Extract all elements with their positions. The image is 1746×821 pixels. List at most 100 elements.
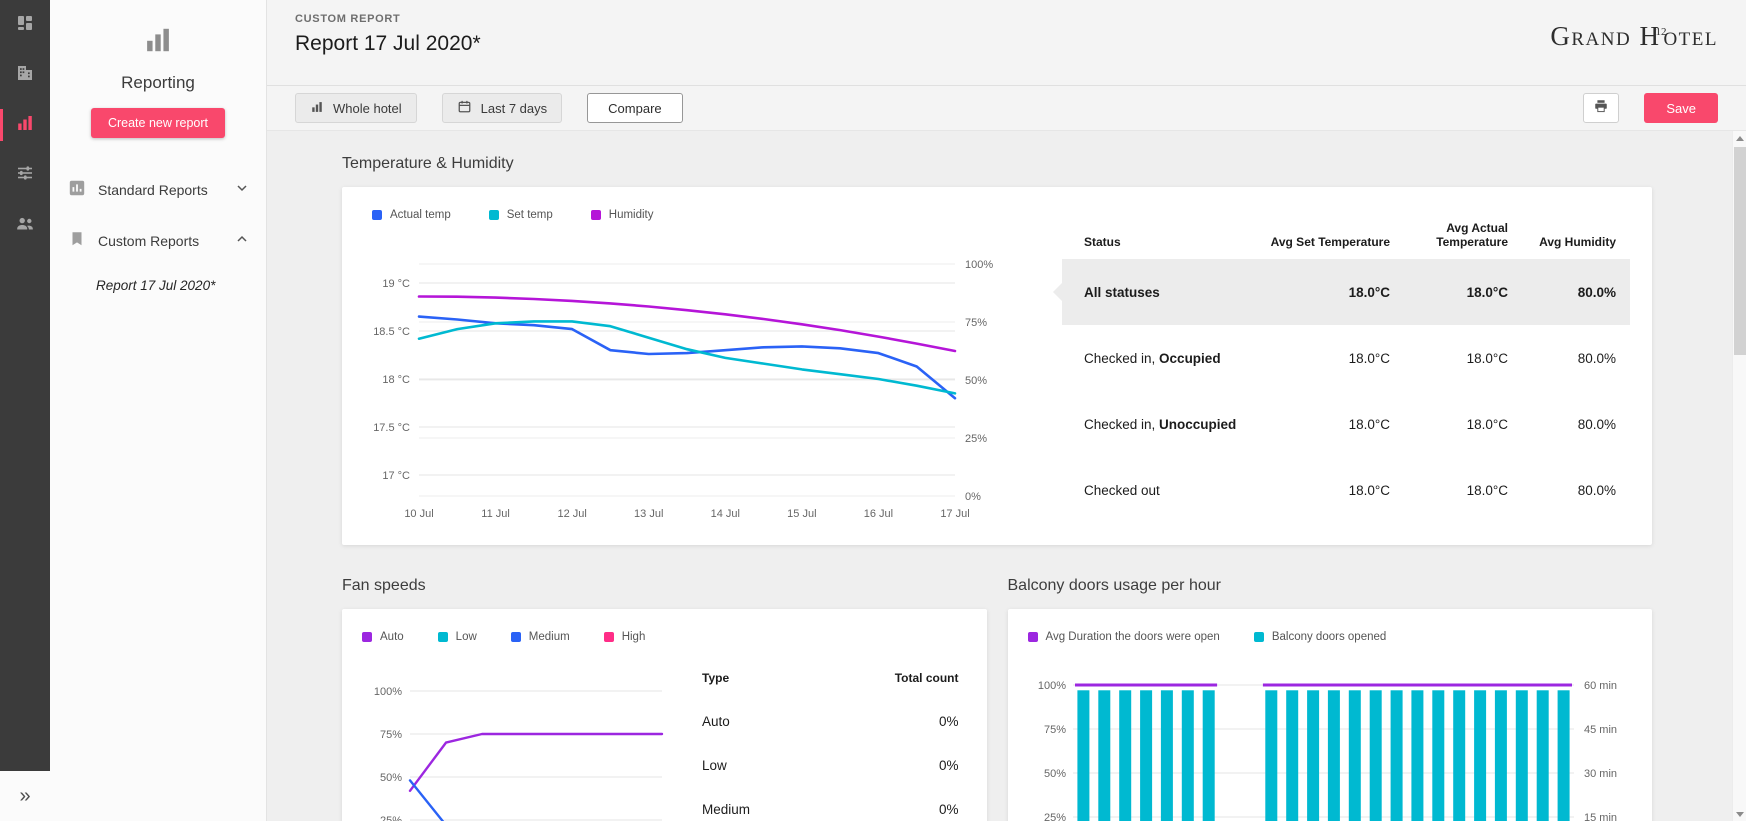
legend-item-humidity[interactable]: Humidity — [591, 209, 654, 221]
svg-text:100%: 100% — [374, 686, 402, 698]
svg-text:11 Jul: 11 Jul — [481, 508, 510, 520]
nav-rail: » — [0, 0, 50, 821]
legend-swatch — [604, 632, 614, 642]
fan-speeds-card: Auto Low Medium — [342, 609, 987, 821]
nav-users-button[interactable] — [0, 200, 50, 250]
nav-settings-button[interactable] — [0, 150, 50, 200]
sidebar-item-label: Custom Reports — [98, 233, 199, 249]
svg-text:15 min: 15 min — [1584, 812, 1617, 821]
legend-label: Medium — [529, 631, 570, 643]
page-header: CUSTOM REPORT Report 17 Jul 2020* Grand … — [267, 0, 1746, 86]
svg-text:0%: 0% — [965, 491, 981, 503]
legend-swatch — [362, 632, 372, 642]
reporting-sidebar: Reporting Create new report Standard Rep… — [50, 0, 267, 821]
scrollbar-down-arrow[interactable] — [1733, 807, 1746, 821]
reporting-chart-icon — [142, 24, 174, 61]
logo-text-right: otel — [1663, 21, 1718, 51]
sidebar-item-standard-reports[interactable]: Standard Reports — [50, 164, 266, 215]
sidebar-item-active-report[interactable]: Report 17 Jul 2020* — [50, 266, 266, 305]
scrollbar-thumb[interactable] — [1734, 147, 1746, 355]
bar-chart-icon — [15, 113, 35, 138]
table-row-checked-in-occupied[interactable]: Checked in, Occupied 18.0°C 18.0°C 80.0% — [1062, 325, 1630, 391]
triangle-down-icon — [1736, 812, 1744, 817]
legend-item-low[interactable]: Low — [438, 631, 477, 643]
report-type-label: CUSTOM REPORT — [295, 13, 481, 25]
legend-item-auto[interactable]: Auto — [362, 631, 404, 643]
legend-label: High — [622, 631, 646, 643]
date-range-dropdown[interactable]: Last 7 days — [442, 93, 563, 123]
table-row-checked-in-unoccupied[interactable]: Checked in, Unoccupied 18.0°C 18.0°C 80.… — [1062, 391, 1630, 457]
legend-label: Humidity — [609, 209, 654, 221]
svg-text:15 Jul: 15 Jul — [787, 508, 816, 520]
status-table: Status Avg Set Temperature Avg Actual Te… — [1062, 203, 1630, 529]
svg-text:18.5 °C: 18.5 °C — [373, 326, 410, 338]
page-title: Report 17 Jul 2020* — [295, 32, 481, 56]
svg-text:100%: 100% — [1037, 680, 1065, 692]
hotel-filter-icon — [310, 100, 324, 117]
legend-item-avg-duration[interactable]: Avg Duration the doors were open — [1028, 631, 1220, 643]
balcony-doors-chart[interactable]: 100%60 min75%45 min50%30 min25%15 min — [1028, 659, 1632, 821]
main-area: CUSTOM REPORT Report 17 Jul 2020* Grand … — [267, 0, 1746, 821]
legend-item-doors-opened[interactable]: Balcony doors opened — [1254, 631, 1386, 643]
balcony-card-body: 100%60 min75%45 min50%30 min25%15 min — [1028, 659, 1633, 821]
legend-item-actual-temp[interactable]: Actual temp — [372, 209, 451, 221]
chevron-up-icon — [234, 231, 250, 250]
balcony-section-title: Balcony doors usage per hour — [1008, 577, 1653, 595]
legend-item-set-temp[interactable]: Set temp — [489, 209, 553, 221]
svg-text:50%: 50% — [380, 772, 402, 784]
status-table-header: Status Avg Set Temperature Avg Actual Te… — [1062, 215, 1630, 259]
legend-label: Set temp — [507, 209, 553, 221]
legend-swatch — [372, 210, 382, 220]
balcony-doors-card: Avg Duration the doors were open Balcony… — [1008, 609, 1653, 821]
scope-filter-value: Whole hotel — [333, 101, 402, 116]
svg-text:25%: 25% — [1043, 812, 1065, 821]
column-status: Status — [1062, 235, 1238, 249]
app-window: » Reporting Create new report Standard R… — [0, 0, 1746, 821]
temperature-humidity-chart[interactable]: 100%75%50%25%0%19 °C18.5 °C18 °C17.5 °C1… — [364, 237, 1024, 527]
legend-item-medium[interactable]: Medium — [511, 631, 570, 643]
svg-text:17.5 °C: 17.5 °C — [373, 422, 410, 434]
logo-text-left: Grand H — [1550, 21, 1660, 51]
report-content: Temperature & Humidity Actual temp Set t… — [267, 131, 1746, 821]
legend-swatch — [511, 632, 521, 642]
create-new-report-button[interactable]: Create new report — [91, 108, 225, 138]
fan-row-auto[interactable]: Auto0% — [702, 699, 959, 743]
triangle-up-icon — [1736, 136, 1744, 141]
legend-label: Actual temp — [390, 209, 451, 221]
fan-section-title: Fan speeds — [342, 577, 987, 595]
svg-text:30 min: 30 min — [1584, 768, 1617, 780]
fan-table: Type Total count Auto0% Low0% — [702, 671, 967, 821]
table-row-checked-out[interactable]: Checked out 18.0°C 18.0°C 80.0% — [1062, 457, 1630, 523]
svg-text:14 Jul: 14 Jul — [711, 508, 740, 520]
save-button[interactable]: Save — [1644, 93, 1718, 123]
people-icon — [15, 213, 35, 238]
legend-swatch — [1028, 632, 1038, 642]
legend-swatch — [438, 632, 448, 642]
print-button[interactable] — [1583, 93, 1619, 123]
svg-text:75%: 75% — [1043, 724, 1065, 736]
svg-text:50%: 50% — [1043, 768, 1065, 780]
compare-button[interactable]: Compare — [587, 93, 682, 123]
fan-speeds-chart[interactable]: 100%75%50%25% — [362, 659, 692, 821]
svg-text:18 °C: 18 °C — [382, 374, 410, 386]
temperature-legend: Actual temp Set temp Humidity — [372, 203, 1036, 227]
fan-row-low[interactable]: Low0% — [702, 743, 959, 787]
sidebar-item-custom-reports[interactable]: Custom Reports — [50, 215, 266, 266]
sidebar-expand-button[interactable]: » — [0, 771, 50, 821]
svg-text:50%: 50% — [965, 375, 987, 387]
column-avg-humidity: Avg Humidity — [1508, 235, 1630, 249]
scrollbar-up-arrow[interactable] — [1733, 131, 1746, 145]
legend-item-high[interactable]: High — [604, 631, 646, 643]
sidebar-title: Reporting — [121, 73, 195, 93]
svg-text:13 Jul: 13 Jul — [634, 508, 663, 520]
vertical-scrollbar[interactable] — [1732, 131, 1746, 821]
nav-hotel-button[interactable] — [0, 50, 50, 100]
nav-reporting-button[interactable] — [0, 100, 50, 150]
column-total-count: Total count — [895, 671, 959, 685]
fan-row-medium[interactable]: Medium0% — [702, 787, 959, 821]
table-row-all-statuses[interactable]: All statuses 18.0°C 18.0°C 80.0% — [1062, 259, 1630, 325]
legend-label: Avg Duration the doors were open — [1046, 631, 1220, 643]
nav-dashboard-button[interactable] — [0, 0, 50, 50]
svg-text:19 °C: 19 °C — [382, 278, 410, 290]
scope-filter-dropdown[interactable]: Whole hotel — [295, 93, 417, 123]
